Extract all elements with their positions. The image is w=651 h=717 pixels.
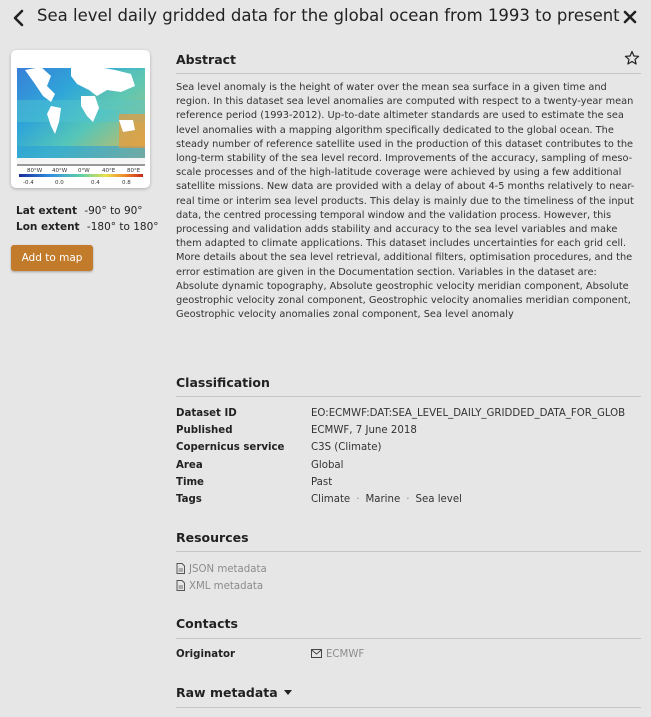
- colorbar-label: 0.8: [122, 180, 131, 186]
- lat-extent-value: -90° to 90°: [84, 205, 143, 217]
- file-icon: [176, 580, 185, 591]
- add-to-map-button[interactable]: Add to map: [11, 245, 93, 271]
- xml-metadata-link[interactable]: XML metadata: [176, 580, 263, 592]
- json-metadata-link[interactable]: JSON metadata: [176, 563, 267, 575]
- tag-sea-level[interactable]: Sea level: [415, 494, 461, 505]
- classification-heading: Classification: [176, 375, 270, 390]
- thumbnail-lon-label: 80°W: [27, 168, 43, 174]
- caret-down-icon: [283, 690, 292, 695]
- tags-label: Tags: [176, 494, 202, 505]
- classification-key: Time: [176, 477, 204, 488]
- raw-metadata-heading: Raw metadata: [176, 685, 278, 700]
- star-icon[interactable]: [624, 50, 640, 66]
- lon-extent: Lon extent -180° to 180°: [16, 221, 159, 233]
- json-metadata-label: JSON metadata: [189, 564, 267, 575]
- file-icon: [176, 563, 185, 574]
- divider: [176, 396, 641, 397]
- lat-extent-label: Lat extent: [16, 205, 77, 217]
- chevron-left-icon[interactable]: [12, 9, 26, 27]
- dataset-id-value: EO:ECMWF:DAT:SEA_LEVEL_DAILY_GRIDDED_DAT…: [311, 408, 626, 419]
- originator-email-link[interactable]: ECMWF: [311, 649, 364, 660]
- raw-metadata-toggle[interactable]: Raw metadata: [176, 685, 292, 700]
- abstract-text: Sea level anomaly is the height of water…: [176, 82, 635, 321]
- divider: [176, 638, 641, 639]
- divider: [176, 707, 641, 708]
- tag-marine[interactable]: Marine: [365, 494, 400, 505]
- page-title: Sea level daily gridded data for the glo…: [37, 6, 620, 25]
- classification-value: Global: [311, 460, 344, 471]
- lon-extent-label: Lon extent: [16, 221, 80, 233]
- classification-key: Published: [176, 425, 233, 436]
- colorbar-label: 0.0: [55, 180, 64, 186]
- thumbnail-lon-label: 80°E: [127, 168, 141, 174]
- classification-key: Dataset ID: [176, 408, 237, 419]
- divider: [176, 73, 641, 74]
- header: Sea level daily gridded data for the glo…: [0, 0, 651, 36]
- contacts-heading: Contacts: [176, 616, 238, 631]
- divider: [176, 551, 641, 552]
- abstract-heading: Abstract: [176, 52, 237, 67]
- lat-extent: Lat extent -90° to 90°: [16, 205, 143, 217]
- classification-key: Copernicus service: [176, 442, 285, 453]
- thumbnail-lon-label: 40°W: [52, 168, 68, 174]
- mail-icon: [311, 649, 322, 658]
- classification-value: Past: [311, 477, 333, 488]
- dataset-thumbnail: 80°W 40°W 0°W 40°E 80°E -0.4 0.0 0.4 0.8: [11, 50, 150, 188]
- lon-extent-value: -180° to 180°: [86, 221, 159, 233]
- originator-value: ECMWF: [326, 649, 365, 660]
- classification-value: C3S (Climate): [311, 442, 382, 453]
- xml-metadata-label: XML metadata: [189, 581, 264, 592]
- tag-climate[interactable]: Climate: [311, 494, 350, 505]
- thumbnail-lon-label: 0°W: [78, 168, 90, 174]
- classification-key: Area: [176, 460, 203, 471]
- close-icon[interactable]: [622, 9, 638, 25]
- colorbar-label: 0.4: [91, 180, 100, 186]
- resources-heading: Resources: [176, 530, 249, 545]
- originator-label: Originator: [176, 649, 235, 660]
- thumbnail-lon-label: 40°E: [102, 168, 116, 174]
- classification-value: ECMWF, 7 June 2018: [311, 425, 417, 436]
- colorbar-label: -0.4: [23, 180, 34, 186]
